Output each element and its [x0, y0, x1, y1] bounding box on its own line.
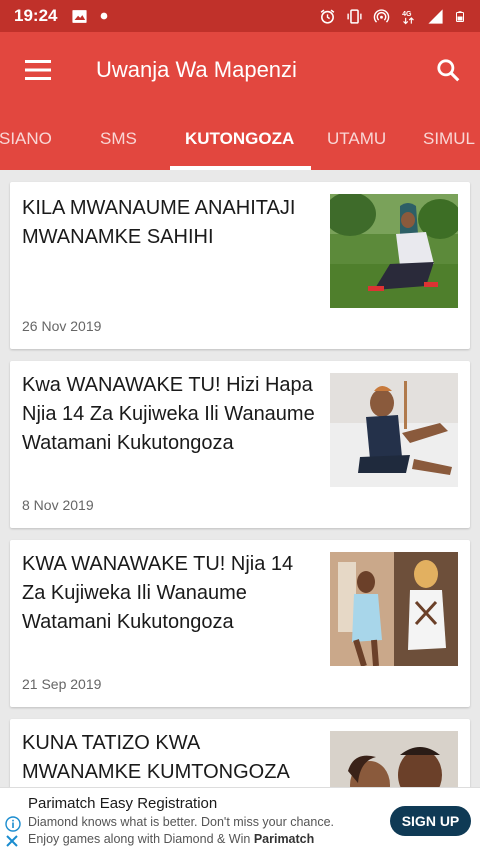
- article-feed[interactable]: KILA MWANAUME ANAHITAJI MWANAMKE SAHIHI …: [0, 170, 480, 787]
- search-button[interactable]: [416, 32, 480, 108]
- signal-icon: [428, 8, 443, 24]
- article-card[interactable]: KILA MWANAUME ANAHITAJI MWANAMKE SAHIHI …: [10, 182, 470, 349]
- tab-siano[interactable]: SIANO: [0, 108, 52, 170]
- battery-icon: [456, 10, 464, 22]
- article-date: 26 Nov 2019: [22, 318, 102, 334]
- ad-tagline-text: Enjoy games along with Diamond & Win: [28, 832, 254, 846]
- app-bar: Uwanja Wa Mapenzi: [0, 32, 480, 108]
- article-thumbnail: [330, 731, 458, 787]
- article-thumbnail: [330, 552, 458, 666]
- search-icon: [437, 59, 460, 82]
- category-tabs: SIANO SMS KUTONGOZA UTAMU SIMUL: [0, 108, 480, 170]
- ad-description: Diamond knows what is better. Don't miss…: [28, 815, 334, 829]
- article-title: Kwa WANAWAKE TU! Hizi Hapa Njia 14 Za Ku…: [22, 374, 315, 454]
- status-bar: 19:24 4G: [0, 0, 480, 32]
- tab-simul[interactable]: SIMUL: [423, 108, 475, 170]
- article-card[interactable]: Kwa WANAWAKE TU! Hizi Hapa Njia 14 Za Ku…: [10, 361, 470, 528]
- status-time: 19:24: [14, 6, 58, 25]
- hotspot-icon: [373, 8, 390, 23]
- vibrate-icon: [347, 8, 362, 24]
- ad-info-icon[interactable]: [5, 816, 21, 832]
- article-title: KILA MWANAUME ANAHITAJI MWANAMKE SAHIHI: [22, 197, 296, 248]
- app-title: Uwanja Wa Mapenzi: [96, 57, 297, 82]
- ad-banner[interactable]: Parimatch Easy Registration Diamond know…: [0, 787, 480, 853]
- ad-title: Parimatch Easy Registration: [28, 795, 218, 812]
- ad-signup-button[interactable]: SIGN UP: [390, 806, 471, 836]
- article-card[interactable]: KUNA TATIZO KWA MWANAMKE KUMTONGOZA: [10, 719, 470, 787]
- dot-icon: [101, 12, 108, 20]
- ad-close-icon[interactable]: [5, 834, 19, 848]
- alarm-icon: [320, 9, 335, 24]
- tab-utamu[interactable]: UTAMU: [327, 108, 386, 170]
- article-thumbnail: [330, 373, 458, 487]
- article-date: 21 Sep 2019: [22, 676, 102, 692]
- article-thumbnail: [330, 194, 458, 308]
- article-title: KWA WANAWAKE TU! Njia 14 Za Kujiweka Ili…: [22, 553, 294, 633]
- svg-text:4G: 4G: [402, 9, 412, 17]
- article-card[interactable]: KWA WANAWAKE TU! Njia 14 Za Kujiweka Ili…: [10, 540, 470, 707]
- tab-sms[interactable]: SMS: [100, 108, 137, 170]
- menu-button[interactable]: [0, 32, 76, 108]
- tab-kutongoza[interactable]: KUTONGOZA: [185, 108, 294, 170]
- ad-brand: Parimatch: [253, 832, 315, 846]
- article-title: KUNA TATIZO KWA MWANAMKE KUMTONGOZA: [22, 732, 290, 783]
- image-icon: [72, 9, 88, 23]
- data-4g-icon: 4G: [402, 9, 414, 24]
- ad-tagline: Enjoy games along with Diamond & Win Par…: [28, 832, 314, 846]
- article-date: 8 Nov 2019: [22, 497, 94, 513]
- hamburger-menu-icon: [25, 60, 51, 80]
